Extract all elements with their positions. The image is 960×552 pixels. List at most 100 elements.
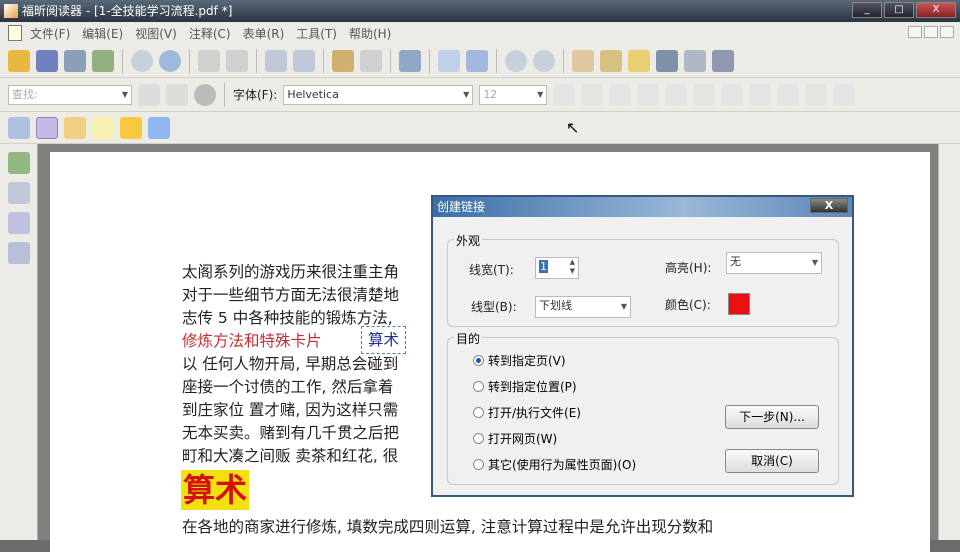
cancel-button[interactable]: 取消(C)	[725, 449, 819, 473]
undo-icon[interactable]	[332, 49, 354, 72]
doc-minimize-button[interactable]	[908, 26, 922, 38]
menu-view[interactable]: 视图(V)	[135, 25, 177, 42]
comment-toolbar	[0, 112, 960, 144]
highlight-tool-icon[interactable]	[36, 116, 58, 139]
doc-line: 对于一些细节方面无法很清楚地	[182, 286, 400, 304]
format-toolbar: 查找: ▼ 字体(F): Helvetica ▼ 12 ▼	[0, 78, 960, 112]
create-link-dialog: 创建链接 X 外观 线宽(T): 1 ▲ ▼ 高亮(H): 无 ▼ 线型(B): 下划…	[431, 195, 854, 497]
dialog-close-button[interactable]: X	[810, 198, 848, 213]
menu-file[interactable]: 文件(F)	[30, 25, 70, 42]
radio-button[interactable]	[473, 407, 484, 418]
textbox-icon[interactable]	[92, 116, 114, 139]
pages-icon[interactable]	[8, 182, 30, 204]
bold-icon[interactable]	[637, 83, 660, 106]
radio-button[interactable]	[473, 355, 484, 366]
note-icon[interactable]	[64, 116, 86, 139]
doc-line: 座接一个讨债的工作, 然后拿着	[182, 378, 394, 396]
font-select[interactable]: Helvetica ▼	[283, 84, 474, 105]
save-icon[interactable]	[36, 49, 58, 72]
email-icon[interactable]	[92, 49, 114, 72]
text-scale-icon[interactable]	[805, 83, 828, 106]
radio-goto-location[interactable]: 转到指定位置(P)	[473, 378, 577, 395]
zoom-icon[interactable]	[399, 49, 421, 72]
radio-other[interactable]: 其它(使用行为属性页面)(O)	[473, 456, 636, 473]
print-icon[interactable]	[64, 49, 86, 72]
radio-open-file[interactable]: 打开/执行文件(E)	[473, 404, 581, 421]
highlight-label: 高亮(H):	[665, 261, 712, 275]
menu-help[interactable]: 帮助(H)	[349, 25, 391, 42]
menu-edit[interactable]: 编辑(E)	[82, 25, 123, 42]
fit-page-icon[interactable]	[438, 49, 460, 72]
radio-open-webpage[interactable]: 打开网页(W)	[473, 430, 557, 447]
hand-tool-icon[interactable]	[572, 49, 594, 72]
radio-button[interactable]	[473, 459, 484, 470]
forward-icon[interactable]	[226, 49, 248, 72]
doc-heading: 算术	[181, 470, 250, 510]
radio-button[interactable]	[473, 381, 484, 392]
radio-goto-page[interactable]: 转到指定页(V)	[473, 352, 566, 369]
next-step-button[interactable]: 下一步(N)...	[725, 405, 819, 429]
doc-line: 到庄家位 置才赌, 因为这样只需	[182, 401, 399, 419]
line-spacing-icon[interactable]	[833, 83, 856, 106]
open-icon[interactable]	[8, 49, 30, 72]
menu-tools[interactable]: 工具(T)	[296, 25, 337, 42]
select-arrow-icon[interactable]	[628, 49, 650, 72]
search-input[interactable]: 查找: ▼	[8, 84, 132, 105]
snapshot-icon[interactable]	[712, 49, 734, 72]
italic-icon[interactable]	[665, 83, 688, 106]
arrow-tool-icon[interactable]	[148, 116, 170, 139]
line-width-spinner[interactable]: 1 ▲ ▼	[535, 257, 579, 279]
comment-icon[interactable]	[120, 116, 142, 139]
search-next-icon[interactable]	[166, 83, 188, 106]
line-style-select[interactable]: 下划线 ▼	[535, 296, 631, 318]
document-icon	[8, 25, 22, 41]
redo-icon[interactable]	[360, 49, 382, 72]
prev-page-icon[interactable]	[131, 49, 153, 72]
radio-button[interactable]	[473, 433, 484, 444]
text-select-icon[interactable]	[600, 49, 622, 72]
next-page-icon[interactable]	[159, 49, 181, 72]
doc-close-button[interactable]	[940, 26, 954, 38]
main-toolbar	[0, 44, 960, 78]
align-center-icon[interactable]	[721, 83, 744, 106]
window-title: 福昕阅读器 - [1-全技能学习流程.pdf *]	[22, 4, 233, 18]
search-icon[interactable]	[194, 83, 216, 106]
font-size-select[interactable]: 12 ▼	[479, 84, 548, 105]
vertical-scrollbar[interactable]	[938, 144, 960, 540]
text-bg-icon[interactable]	[581, 83, 604, 106]
align-left-icon[interactable]	[693, 83, 716, 106]
close-button[interactable]: X	[916, 2, 956, 18]
fit-width-icon[interactable]	[466, 49, 488, 72]
text-color-icon[interactable]	[553, 83, 576, 106]
dialog-title: 创建链接	[433, 197, 852, 217]
minimize-button[interactable]: _	[852, 2, 882, 18]
pen-icon[interactable]	[8, 116, 30, 139]
search-prev-icon[interactable]	[138, 83, 160, 106]
title-bar: 福昕阅读器 - [1-全技能学习流程.pdf *] _ □ X	[0, 0, 960, 22]
bookmarks-icon[interactable]	[8, 152, 30, 174]
insert-page-icon[interactable]	[293, 49, 315, 72]
back-icon[interactable]	[198, 49, 220, 72]
text-outline-icon[interactable]	[609, 83, 632, 106]
highlight-select[interactable]: 无 ▼	[726, 252, 822, 274]
line-style-label: 线型(B):	[471, 300, 517, 314]
doc-line: 在各地的商家进行修炼, 填数完成四则运算, 注意计算过程中是允许出现分数和	[182, 518, 714, 536]
doc-restore-button[interactable]	[924, 26, 938, 38]
doc-line: 志传 5 中各种技能的锻炼方法,	[182, 309, 393, 327]
zoom-out-icon[interactable]	[505, 49, 527, 72]
comments-panel-icon[interactable]	[8, 212, 30, 234]
find-icon[interactable]	[656, 49, 678, 72]
color-label: 颜色(C):	[665, 298, 711, 312]
align-right-icon[interactable]	[749, 83, 772, 106]
appearance-label: 外观	[454, 232, 483, 249]
extract-page-icon[interactable]	[265, 49, 287, 72]
zoom-in-icon[interactable]	[533, 49, 555, 72]
color-swatch[interactable]	[728, 293, 750, 315]
menu-comment[interactable]: 注释(C)	[189, 25, 231, 42]
maximize-button[interactable]: □	[884, 2, 914, 18]
link-annotation[interactable]: 算术	[361, 326, 407, 354]
typewriter-icon[interactable]	[684, 49, 706, 72]
menu-form[interactable]: 表单(R)	[243, 25, 285, 42]
char-spacing-icon[interactable]	[777, 83, 800, 106]
layers-icon[interactable]	[8, 242, 30, 264]
